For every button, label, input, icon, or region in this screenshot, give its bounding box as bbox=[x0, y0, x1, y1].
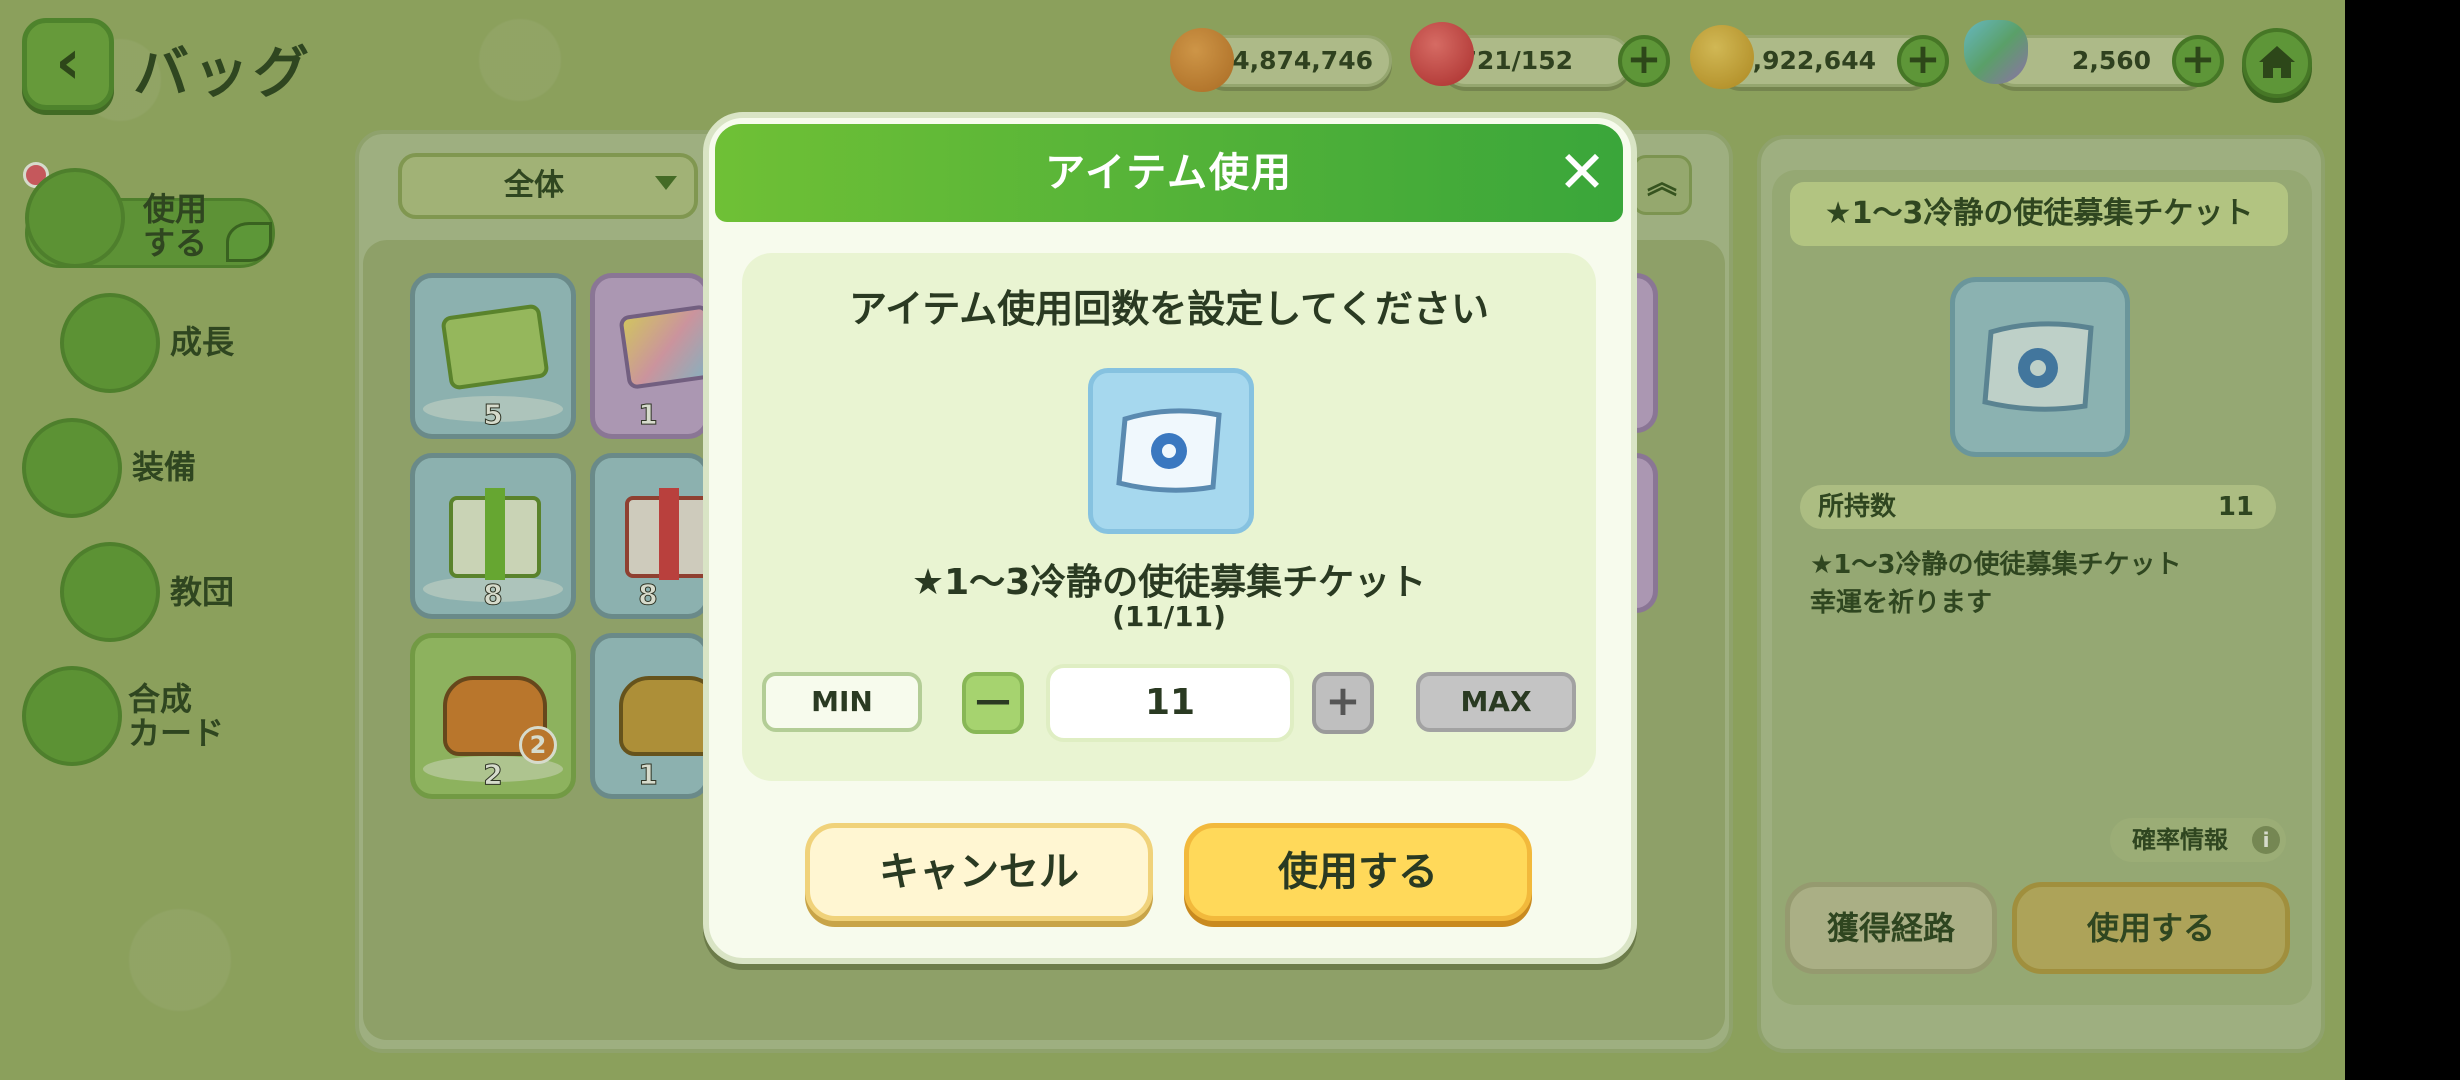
max-button[interactable]: MAX bbox=[1416, 672, 1576, 732]
confirm-use-button[interactable]: 使用する bbox=[1184, 823, 1532, 921]
close-icon: ✕ bbox=[1557, 138, 1607, 206]
decrement-button[interactable]: — bbox=[962, 672, 1024, 734]
cancel-button[interactable]: キャンセル bbox=[805, 823, 1153, 921]
blue-ticket-icon bbox=[1116, 408, 1222, 493]
close-button[interactable]: ✕ bbox=[1550, 140, 1614, 204]
quantity-input[interactable]: 11 bbox=[1046, 664, 1294, 742]
screen-edge bbox=[2345, 0, 2460, 1080]
dialog-item-fraction: (11/11) bbox=[1112, 600, 1226, 633]
plus-icon: + bbox=[1325, 676, 1361, 725]
minus-icon: — bbox=[975, 680, 1011, 721]
dialog-title: アイテム使用 bbox=[1045, 150, 1293, 196]
dialog-item-icon-frame bbox=[1088, 368, 1254, 534]
min-button[interactable]: MIN bbox=[762, 672, 922, 732]
dialog-prompt: アイテム使用回数を設定してください bbox=[849, 287, 1489, 331]
dialog-item-name: ★1～3冷静の使徒募集チケット bbox=[911, 562, 1427, 603]
increment-button[interactable]: + bbox=[1312, 672, 1374, 734]
